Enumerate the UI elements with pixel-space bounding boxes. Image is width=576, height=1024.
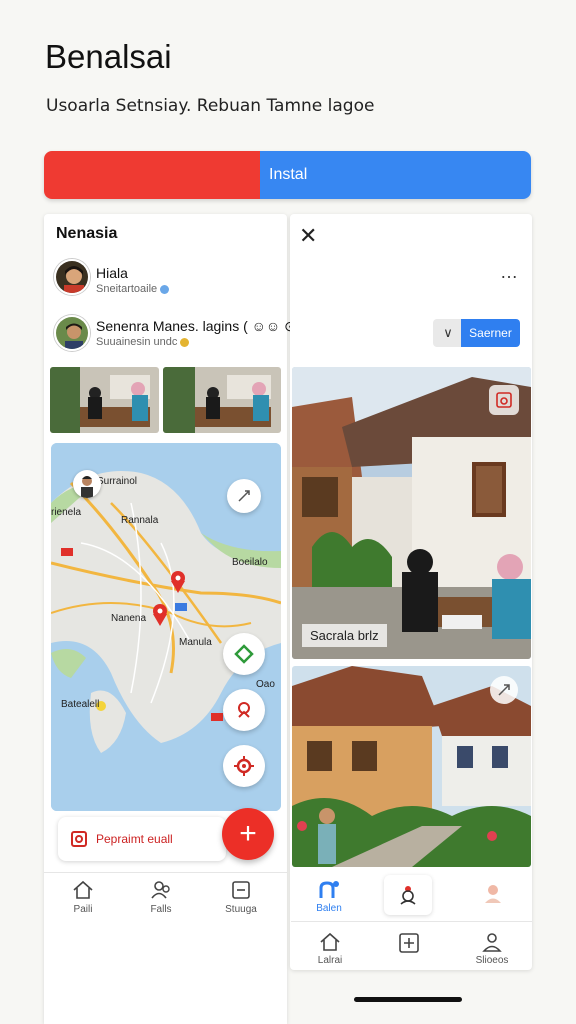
post-thumbnail[interactable]: [50, 367, 159, 433]
nav-item-home[interactable]: Paili: [48, 880, 118, 915]
map-label: Oao: [256, 679, 275, 690]
user-subtitle-text: Sneitartoaile: [96, 283, 158, 295]
locate-me-icon[interactable]: [223, 745, 265, 787]
install-progress-fill: [44, 151, 260, 199]
more-icon[interactable]: …: [500, 262, 519, 283]
nav-item-home[interactable]: Lalrai: [306, 932, 354, 966]
map-label: Manula: [179, 637, 212, 648]
pin-people-icon[interactable]: [384, 875, 432, 915]
submit-button[interactable]: Saerner: [461, 319, 520, 347]
divider: [291, 921, 532, 922]
verified-icon: [160, 284, 170, 294]
post-photo[interactable]: [292, 367, 531, 659]
user-subtitle: Suuainesin undc: [96, 336, 190, 348]
person-icon: [482, 933, 502, 952]
map-avatar-marker[interactable]: [73, 470, 101, 498]
map-label: Surrainol: [97, 476, 138, 487]
user-subtitle-text: Suuainesin undc: [96, 336, 178, 348]
plus-box-icon: [399, 933, 419, 953]
post-photo[interactable]: [292, 666, 531, 867]
nav-label: Falls: [150, 904, 172, 915]
navigate-icon[interactable]: [223, 633, 265, 675]
divider: [44, 872, 287, 873]
user-icon[interactable]: [482, 882, 504, 904]
nav-item-people[interactable]: Falls: [126, 880, 196, 915]
nav-item-balen[interactable]: Balen: [305, 880, 353, 914]
page-title: Benalsai: [45, 38, 172, 75]
report-label: Pepraimt euall: [96, 832, 173, 846]
pin-icon[interactable]: [223, 689, 265, 731]
nav-item-profile[interactable]: Slioeos: [466, 932, 518, 966]
report-button[interactable]: Pepraimt euall: [58, 817, 226, 861]
avatar[interactable]: [54, 315, 90, 351]
nav-label: Balen: [316, 903, 342, 914]
map-label: Batealell: [61, 699, 100, 710]
nav-item-add[interactable]: [385, 932, 433, 954]
post-thumbnail[interactable]: [163, 367, 281, 433]
minus-box-icon: [232, 881, 250, 899]
chevron-down-icon[interactable]: ∨: [433, 319, 463, 347]
install-label: Instal: [260, 151, 531, 199]
nav-label: Slioeos: [475, 955, 509, 966]
home-icon: [320, 932, 340, 951]
map-label: Rannala: [121, 515, 159, 526]
home-indicator[interactable]: [354, 997, 462, 1002]
user-name[interactable]: Hiala: [96, 265, 128, 281]
install-button[interactable]: Instal: [44, 151, 531, 199]
home-icon: [73, 880, 93, 899]
people-icon: [151, 881, 170, 899]
location-icon: [319, 881, 339, 898]
map-label: Nanena: [111, 613, 147, 624]
page-subtitle: Usoarla Setnsiay. Rebuan Tamne lagoe: [46, 96, 375, 116]
map-label: Boeilalo: [232, 557, 268, 568]
share-icon[interactable]: [490, 676, 518, 704]
compass-icon[interactable]: [227, 479, 261, 513]
add-button[interactable]: +: [222, 808, 274, 860]
left-panel-title: Nenasia: [56, 225, 118, 242]
badge-icon: [180, 337, 190, 347]
close-icon[interactable]: ✕: [299, 225, 317, 247]
map-view[interactable]: Surrainol rienela Rannala Boeilalo Manul…: [51, 443, 281, 811]
nav-label: Lalrai: [317, 955, 343, 966]
avatar[interactable]: [54, 259, 90, 295]
map-label: rienela: [51, 507, 82, 518]
edit-photo-icon[interactable]: [489, 385, 519, 415]
nav-label: Paili: [73, 904, 93, 915]
nav-label: Stuuga: [225, 904, 257, 915]
user-subtitle: Sneitartoaile: [96, 283, 170, 295]
report-icon: [71, 831, 87, 847]
nav-item-stuuga[interactable]: Stuuga: [206, 880, 276, 915]
photo-caption: Sacrala brlz: [302, 624, 387, 647]
